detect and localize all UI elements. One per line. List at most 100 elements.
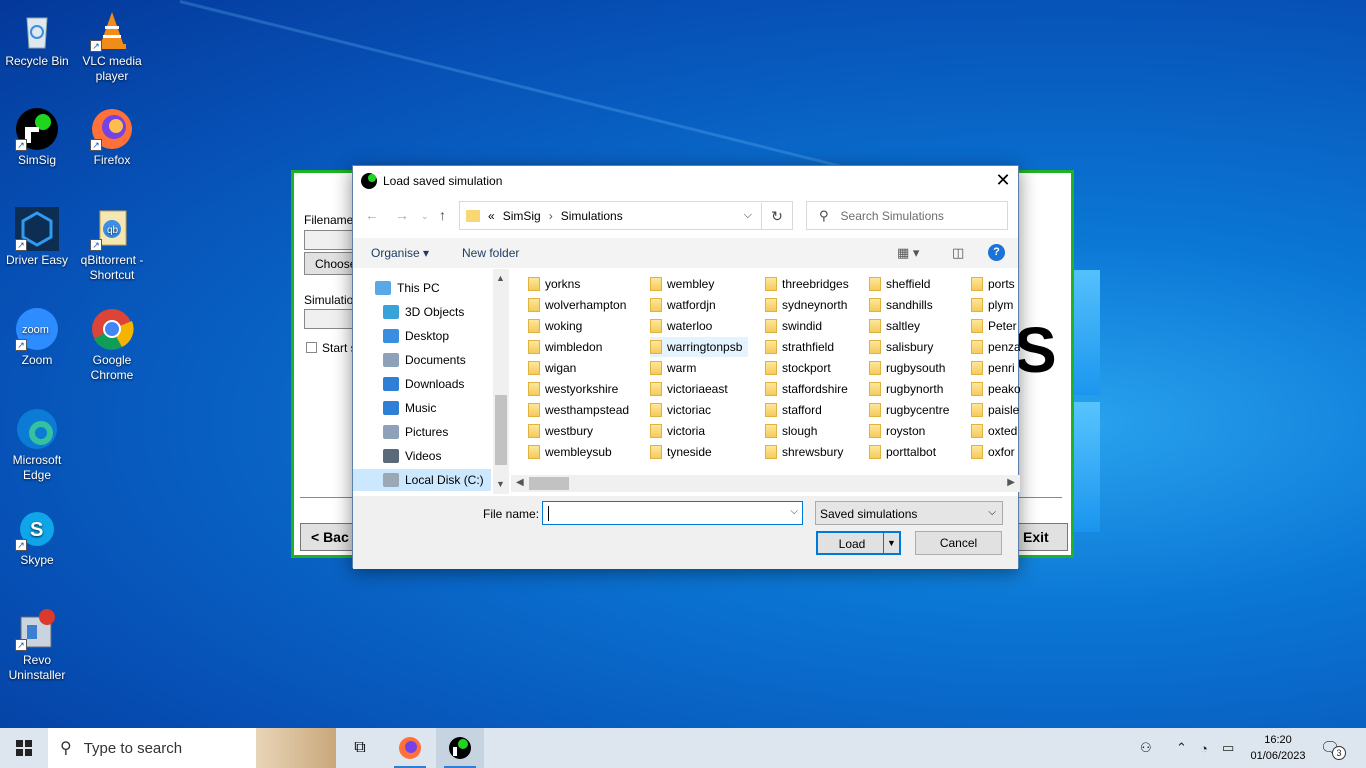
folder-item[interactable]: wolverhampton — [528, 295, 632, 315]
folder-item[interactable]: penri — [971, 358, 1020, 378]
folder-item[interactable]: rugbysouth — [869, 358, 951, 378]
search-box[interactable]: ⚲ Search Simulations — [806, 201, 1008, 230]
folder-item[interactable]: shrewsbury — [765, 442, 849, 462]
folder-item[interactable]: yorkns — [528, 274, 586, 294]
folder-item[interactable]: warm — [650, 358, 702, 378]
folder-item[interactable]: victoriaeast — [650, 379, 734, 399]
folder-item[interactable]: wembleysub — [528, 442, 618, 462]
recent-chevron-icon[interactable]: ⌄ — [421, 211, 429, 222]
scroll-right-icon[interactable]: ▶ — [1007, 477, 1015, 488]
back-button[interactable]: < Bac — [300, 523, 360, 551]
desktop-icon-revo[interactable]: ↗ Revo Uninstaller — [0, 607, 74, 683]
taskbar-search[interactable]: ⚲ Type to search — [48, 728, 256, 768]
scroll-left-icon[interactable]: ◀ — [516, 477, 524, 488]
nav-item-this-pc[interactable]: This PC — [375, 277, 493, 299]
back-arrow-icon[interactable]: ← — [365, 207, 379, 223]
nav-item-downloads[interactable]: Downloads — [383, 373, 501, 395]
nav-item-pictures[interactable]: Pictures — [383, 421, 501, 443]
folder-item[interactable]: victoria — [650, 421, 711, 441]
folder-item[interactable]: victoriac — [650, 400, 717, 420]
folder-item[interactable]: westbury — [528, 421, 599, 441]
file-list-hscrollbar[interactable]: ◀ ▶ — [511, 475, 1020, 492]
folder-item[interactable]: stockport — [765, 358, 837, 378]
breadcrumb-overflow[interactable]: « — [488, 209, 495, 223]
nav-item-desktop[interactable]: Desktop — [383, 325, 501, 347]
load-button[interactable]: Load ▼ — [816, 531, 901, 555]
folder-item[interactable]: porttalbot — [869, 442, 942, 462]
forward-arrow-icon[interactable]: → — [395, 207, 409, 223]
scroll-up-icon[interactable]: ▲ — [496, 273, 505, 283]
breadcrumb-simulations[interactable]: Simulations — [561, 209, 623, 223]
people-icon[interactable]: ⚇ — [1140, 728, 1152, 768]
folder-item[interactable]: wimbledon — [528, 337, 608, 357]
help-icon[interactable]: ? — [988, 244, 1005, 261]
start-checkbox[interactable] — [306, 342, 317, 353]
desktop-icon-zoom[interactable]: zoom ↗ Zoom — [0, 307, 74, 368]
view-options-icon[interactable]: ▦ ▾ — [897, 245, 919, 261]
desktop-icon-firefox[interactable]: ↗ Firefox — [75, 107, 149, 168]
folder-item[interactable]: westyorkshire — [528, 379, 624, 399]
folder-item[interactable]: strathfield — [765, 337, 840, 357]
folder-item[interactable]: rugbynorth — [869, 379, 949, 399]
folder-item[interactable]: royston — [869, 421, 931, 441]
folder-item[interactable]: sheffield — [869, 274, 936, 294]
folder-item[interactable]: warringtonpsb — [650, 337, 749, 357]
hscroll-thumb[interactable] — [529, 477, 569, 490]
preview-pane-icon[interactable]: ◫ — [952, 245, 964, 261]
folder-item[interactable]: stafford — [765, 400, 828, 420]
folder-item[interactable]: wembley — [650, 274, 720, 294]
folder-item[interactable]: sandhills — [869, 295, 939, 315]
close-button[interactable]: ✕ — [988, 166, 1018, 195]
chevron-down-icon[interactable]: ⌵ — [790, 506, 798, 517]
folder-item[interactable]: sydneynorth — [765, 295, 853, 315]
desktop-icon-recycle-bin[interactable]: Recycle Bin — [0, 8, 74, 69]
start-button[interactable] — [0, 728, 48, 768]
desktop-icon-vlc[interactable]: ↗ VLC media player — [75, 8, 149, 84]
folder-item[interactable]: tyneside — [650, 442, 718, 462]
file-type-select[interactable]: Saved simulations ⌵ — [815, 501, 1003, 525]
folder-item[interactable]: slough — [765, 421, 823, 441]
desktop-icon-qbittorrent[interactable]: qb ↗ qBittorrent - Shortcut — [75, 207, 149, 283]
folder-item[interactable]: staffordshire — [765, 379, 854, 399]
folder-item[interactable]: rugbycentre — [869, 400, 955, 420]
folder-item[interactable]: swindid — [765, 316, 828, 336]
nav-item-documents[interactable]: Documents — [383, 349, 501, 371]
folder-item[interactable]: ports — [971, 274, 1020, 294]
load-split-dropdown-icon[interactable]: ▼ — [883, 533, 899, 553]
folder-item[interactable]: oxfor — [971, 442, 1020, 462]
desktop-icon-edge[interactable]: Microsoft Edge — [0, 407, 74, 483]
desktop-icon-simsig[interactable]: ↗ SimSig — [0, 107, 74, 168]
taskbar-clock[interactable]: 16:20 01/06/2023 — [1240, 732, 1316, 764]
folder-item[interactable]: waterloo — [650, 316, 718, 336]
network-icon[interactable]: ◔ — [1200, 728, 1208, 768]
nav-item-local-disk[interactable]: Local Disk (C:) — [353, 469, 491, 491]
folder-item[interactable]: Peter — [971, 316, 1020, 336]
chevron-down-icon[interactable]: ⌵ — [744, 209, 752, 222]
folder-item[interactable]: watfordjn — [650, 295, 722, 315]
desktop-icon-driver-easy[interactable]: ↗ Driver Easy — [0, 207, 74, 268]
desktop-icon-chrome[interactable]: Google Chrome — [75, 307, 149, 383]
tray-chevron-up-icon[interactable]: ⌃ — [1176, 728, 1187, 768]
folder-item[interactable]: paisle — [971, 400, 1020, 420]
desktop-icon-skype[interactable]: S ↗ Skype — [0, 507, 74, 568]
new-folder-button[interactable]: New folder — [462, 246, 519, 260]
folder-item[interactable]: woking — [528, 316, 588, 336]
address-bar[interactable]: « SimSig › Simulations ⌵ ↻ — [459, 201, 793, 230]
scroll-down-icon[interactable]: ▼ — [496, 479, 505, 489]
up-arrow-icon[interactable]: ↑ — [439, 207, 446, 223]
file-name-input[interactable]: ⌵ — [542, 501, 803, 525]
folder-item[interactable]: saltley — [869, 316, 926, 336]
battery-icon[interactable]: ▭ — [1222, 728, 1234, 768]
cancel-button[interactable]: Cancel — [915, 531, 1002, 555]
folder-item[interactable]: wigan — [528, 358, 582, 378]
folder-item[interactable]: oxted — [971, 421, 1020, 441]
task-view-button[interactable]: ⧉ — [336, 728, 384, 768]
folder-item[interactable]: penza — [971, 337, 1020, 357]
breadcrumb-simsig[interactable]: SimSig — [503, 209, 541, 223]
organise-menu[interactable]: Organise ▾ — [371, 246, 429, 260]
taskbar-firefox[interactable] — [386, 728, 434, 768]
exit-button[interactable]: Exit — [1012, 523, 1068, 551]
folder-item[interactable]: peako — [971, 379, 1020, 399]
taskbar-simsig[interactable] — [436, 728, 484, 768]
folder-item[interactable]: threebridges — [765, 274, 855, 294]
